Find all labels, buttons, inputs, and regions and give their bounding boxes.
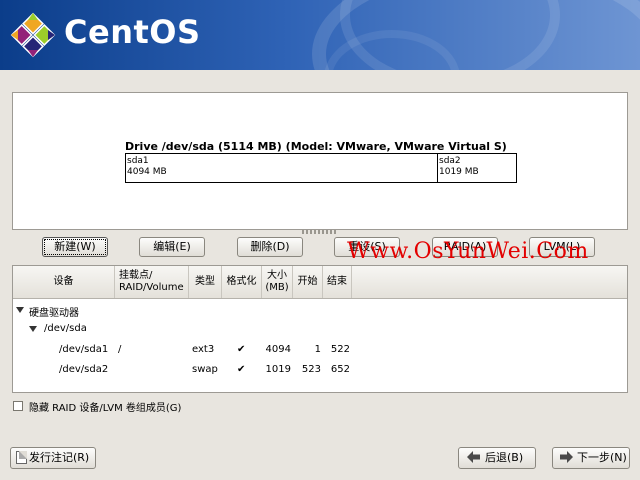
- cell-size: 4094: [265, 344, 291, 355]
- partition-map-panel: Drive /dev/sda (5114 MB) (Model: VMware,…: [12, 92, 628, 230]
- arrow-right-icon: [560, 451, 573, 463]
- tree-label: /dev/sda: [44, 323, 87, 334]
- brand-name: CentOS: [64, 13, 201, 51]
- release-notes-button[interactable]: 发行注记(R): [10, 447, 96, 469]
- tree-row-disk[interactable]: /dev/sda: [13, 319, 627, 339]
- partition-name: sda1: [127, 156, 149, 166]
- header-banner: CentOS: [0, 0, 640, 70]
- column-header-end[interactable]: 结束: [323, 266, 352, 298]
- new-button[interactable]: 新建(W): [42, 237, 108, 257]
- watermark: Www.OsYunWei.Com: [347, 239, 589, 264]
- column-header-start[interactable]: 开始: [293, 266, 323, 298]
- cell-type: ext3: [192, 344, 215, 355]
- column-header-mount[interactable]: 挂载点/ RAID/Volume: [115, 266, 189, 298]
- cell-format-check-icon: ✔: [237, 364, 246, 375]
- hide-raid-checkbox[interactable]: [13, 401, 23, 411]
- delete-button[interactable]: 删除(D): [237, 237, 303, 257]
- hide-raid-checkbox-label[interactable]: 隐藏 RAID 设备/LVM 卷组成员(G): [29, 399, 181, 414]
- column-header-type[interactable]: 类型: [189, 266, 222, 298]
- centos-logo-icon: [10, 12, 56, 58]
- table-header: 设备 挂载点/ RAID/Volume 类型 格式化 大小 (MB) 开始 结束: [13, 266, 627, 299]
- edit-button[interactable]: 编辑(E): [139, 237, 205, 257]
- partition-size: 1019 MB: [439, 167, 479, 177]
- drive-title: Drive /dev/sda (5114 MB) (Model: VMware,…: [125, 140, 507, 153]
- back-button[interactable]: 后退(B): [458, 447, 536, 469]
- table-row[interactable]: /dev/sda1 / ext3 ✔ 4094 1 522: [13, 340, 627, 360]
- notes-icon: [16, 451, 27, 464]
- partition-block-sda1[interactable]: sda1 4094 MB: [126, 154, 438, 182]
- tree-row-hard-drives[interactable]: 硬盘驱动器: [13, 300, 627, 320]
- back-label: 后退(B): [485, 451, 524, 464]
- release-notes-label: 发行注记(R): [29, 451, 90, 464]
- cell-device: /dev/sda2: [59, 364, 109, 375]
- expander-open-icon[interactable]: [16, 307, 24, 313]
- cell-start: 523: [301, 364, 321, 375]
- partition-tree-table: 设备 挂载点/ RAID/Volume 类型 格式化 大小 (MB) 开始 结束…: [12, 265, 628, 393]
- column-header-device[interactable]: 设备: [13, 266, 115, 298]
- next-label: 下一步(N): [577, 451, 627, 464]
- table-row[interactable]: /dev/sda2 swap ✔ 1019 523 652: [13, 360, 627, 380]
- cell-type: swap: [192, 364, 218, 375]
- partition-size: 4094 MB: [127, 167, 167, 177]
- column-header-size[interactable]: 大小 (MB): [262, 266, 293, 298]
- next-button[interactable]: 下一步(N): [552, 447, 630, 469]
- partition-name: sda2: [439, 156, 461, 166]
- cell-format-check-icon: ✔: [237, 344, 246, 355]
- tree-label: 硬盘驱动器: [29, 308, 79, 319]
- cell-end: 522: [330, 344, 350, 355]
- partition-block-sda2[interactable]: sda2 1019 MB: [438, 154, 516, 182]
- cell-size: 1019: [265, 364, 291, 375]
- pane-resize-handle[interactable]: [302, 230, 336, 234]
- cell-start: 1: [314, 344, 321, 355]
- drive-bar: sda1 4094 MB sda2 1019 MB: [125, 153, 517, 183]
- arrow-left-icon: [467, 451, 480, 463]
- cell-mount: /: [118, 344, 122, 355]
- expander-open-icon[interactable]: [29, 326, 37, 332]
- cell-device: /dev/sda1: [59, 344, 109, 355]
- cell-end: 652: [330, 364, 350, 375]
- column-header-format[interactable]: 格式化: [222, 266, 262, 298]
